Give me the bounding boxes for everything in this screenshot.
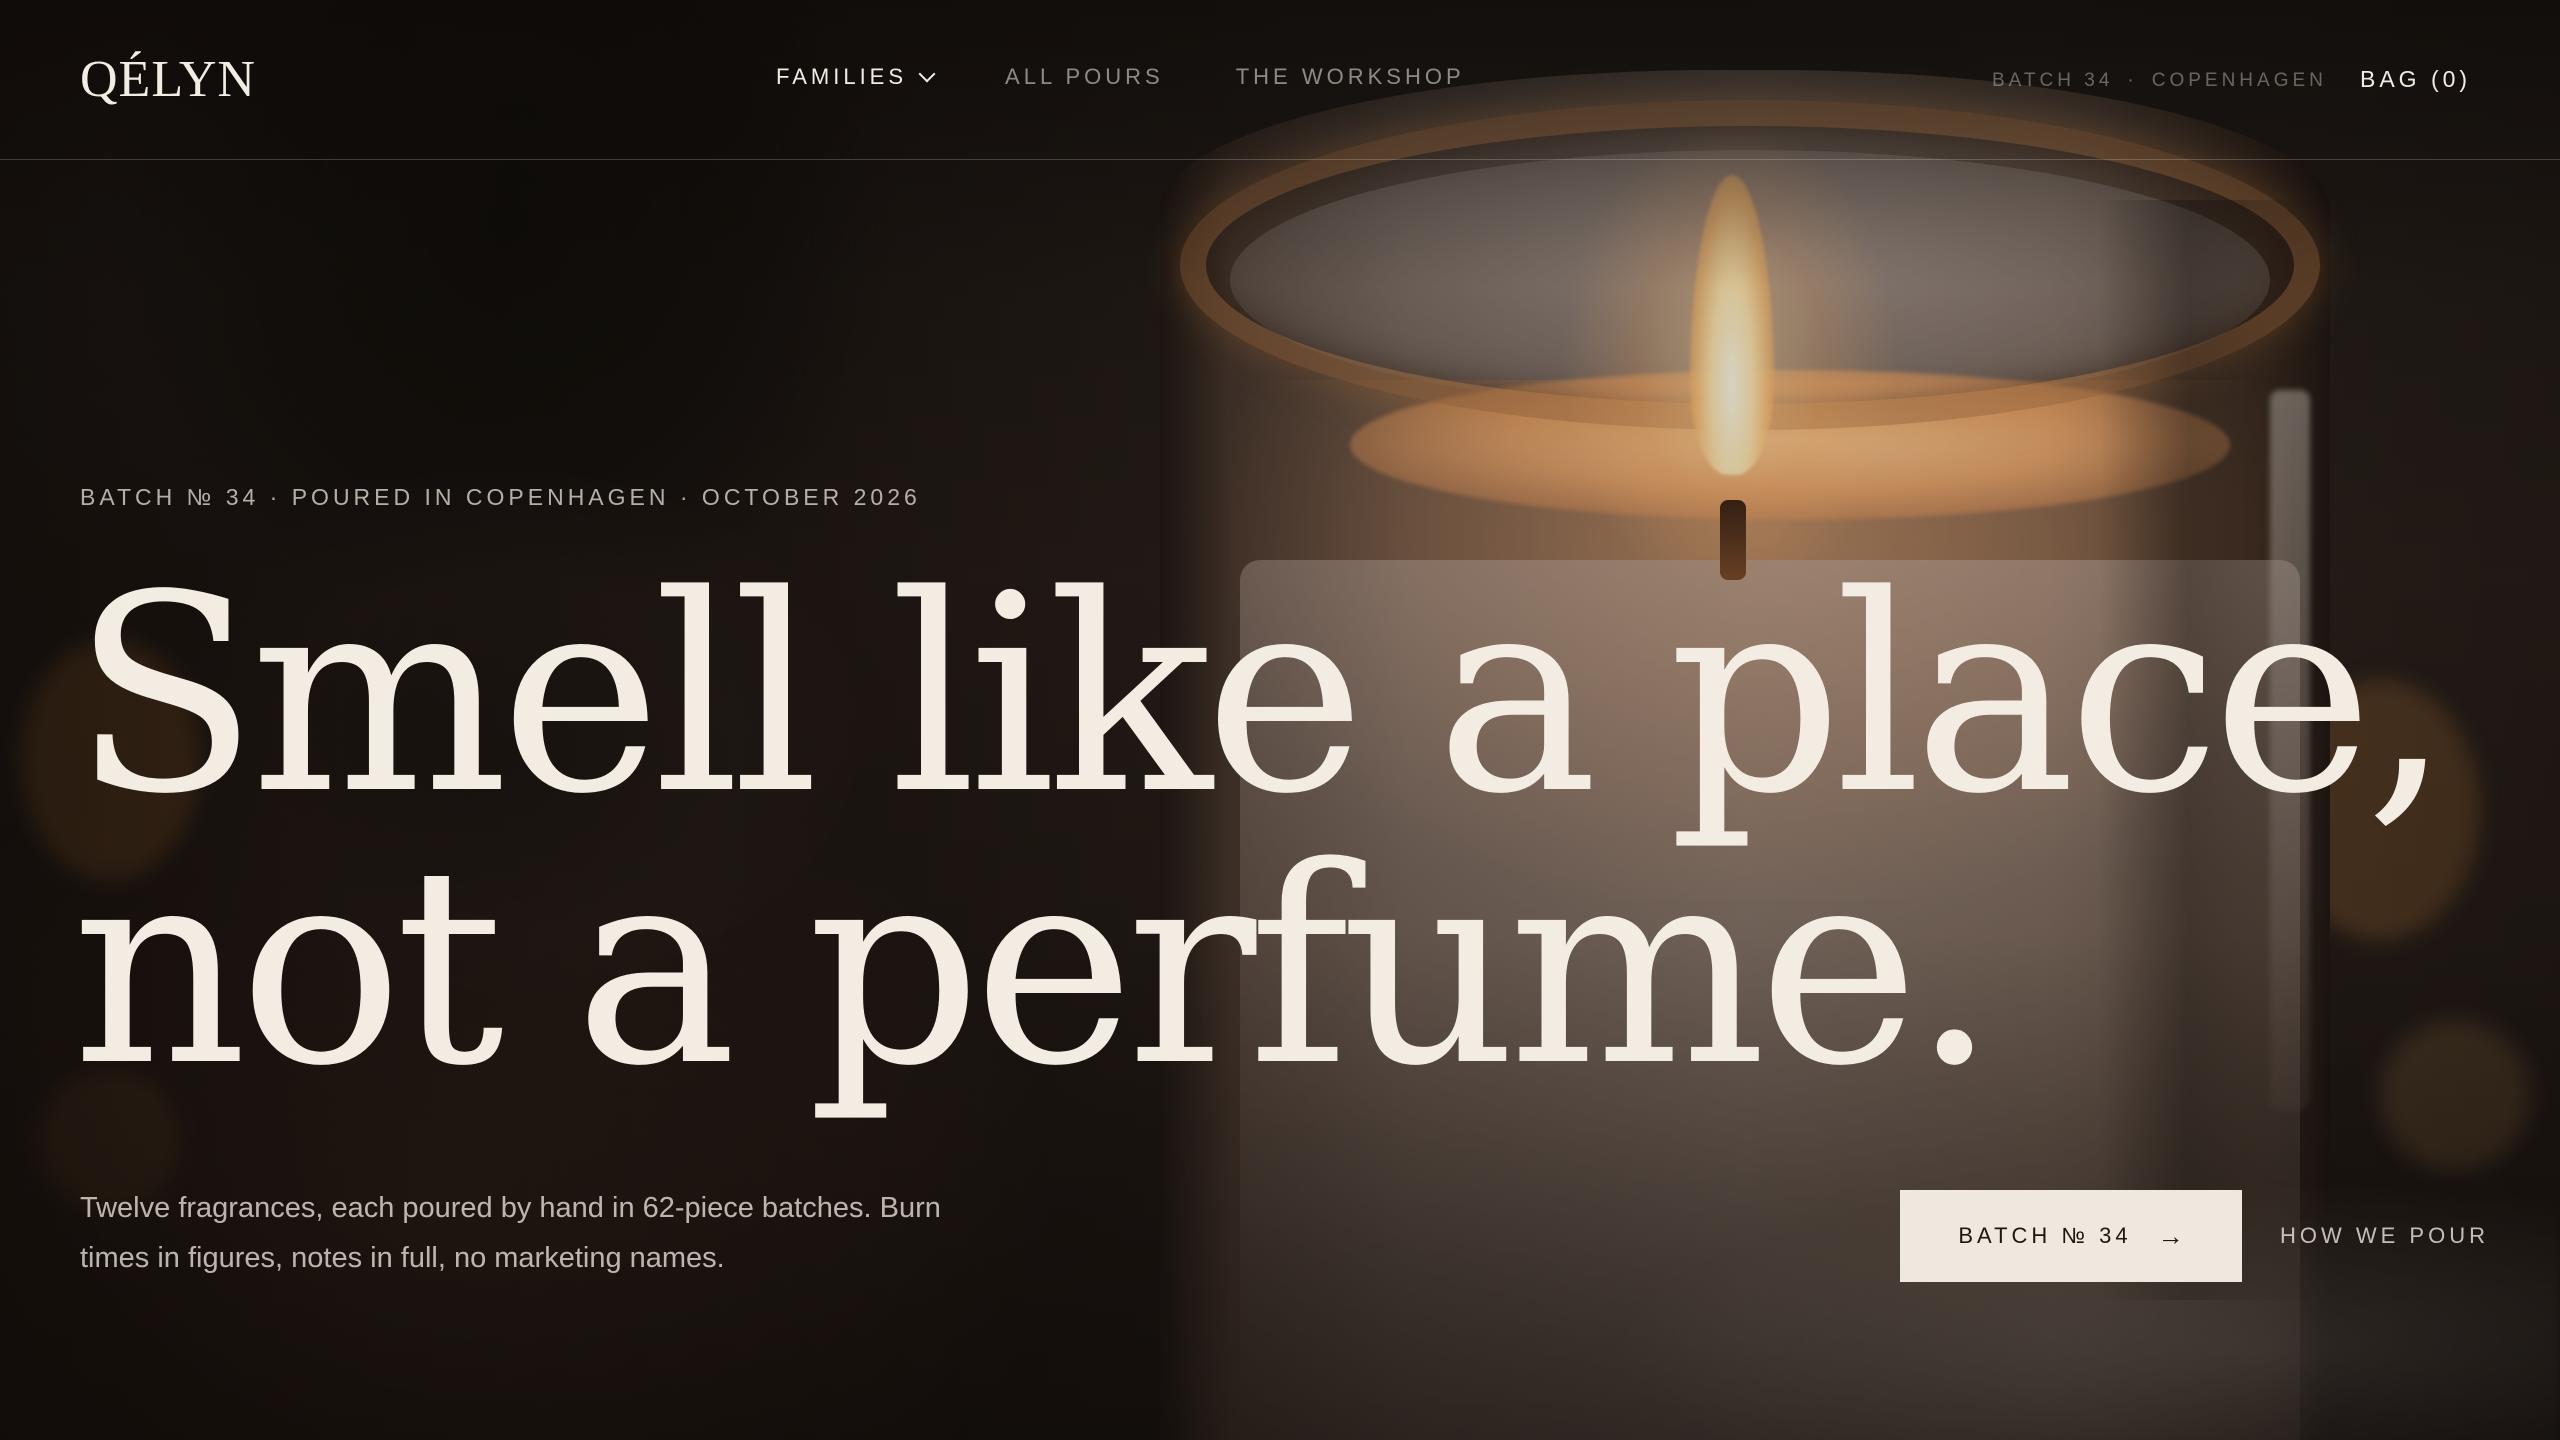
how-we-pour-link[interactable]: HOW WE POUR <box>2280 1222 2489 1250</box>
hero-headline: Smell like a place, not a perfume. <box>72 538 2452 1126</box>
nav-item-label: ALL POURS <box>1005 64 1164 89</box>
hero-subcopy: Twelve fragrances, each poured by hand i… <box>80 1192 941 1274</box>
hero-section: BATCH № 34 · POURED IN COPENHAGEN · OCTO… <box>0 0 2560 1440</box>
nav-item-label: FAMILIES <box>776 64 908 89</box>
headline-line-2: not a perfume. <box>72 810 1998 1126</box>
nav-item-label: THE WORKSHOP <box>1235 64 1465 89</box>
batch-number: BATCH 34 <box>1992 70 2114 91</box>
main-nav: FAMILIES ALL POURS THE WORKSHOP <box>776 62 1537 92</box>
batch-location: COPENHAGEN <box>2151 70 2327 91</box>
bag-button[interactable]: BAG (0) <box>2360 64 2471 94</box>
brand-logo[interactable]: QÉLYN <box>80 50 256 110</box>
nav-item-all-pours[interactable]: ALL POURS <box>1005 62 1164 92</box>
nav-item-the-workshop[interactable]: THE WORKSHOP <box>1236 62 1465 92</box>
header-batch-meta: BATCH 34 · COPENHAGEN <box>1992 68 2327 94</box>
meta-separator: · <box>2127 70 2138 91</box>
chevron-down-icon <box>918 65 936 83</box>
headline-line-1: Smell like a place, <box>72 538 2452 854</box>
nav-item-families[interactable]: FAMILIES <box>776 62 936 92</box>
arrow-right-icon: → <box>2157 1220 2184 1251</box>
hero-eyebrow: BATCH № 34 · POURED IN COPENHAGEN · OCTO… <box>80 484 921 510</box>
batch-cta-label: BATCH № 34 <box>1958 1223 2132 1248</box>
batch-cta-button[interactable]: BATCH № 34 → <box>1900 1190 2242 1282</box>
bag-count: (0) <box>2430 66 2472 92</box>
bag-label: BAG <box>2360 66 2421 92</box>
site-header: QÉLYN FAMILIES ALL POURS THE WORKSHOP BA… <box>0 0 2560 160</box>
